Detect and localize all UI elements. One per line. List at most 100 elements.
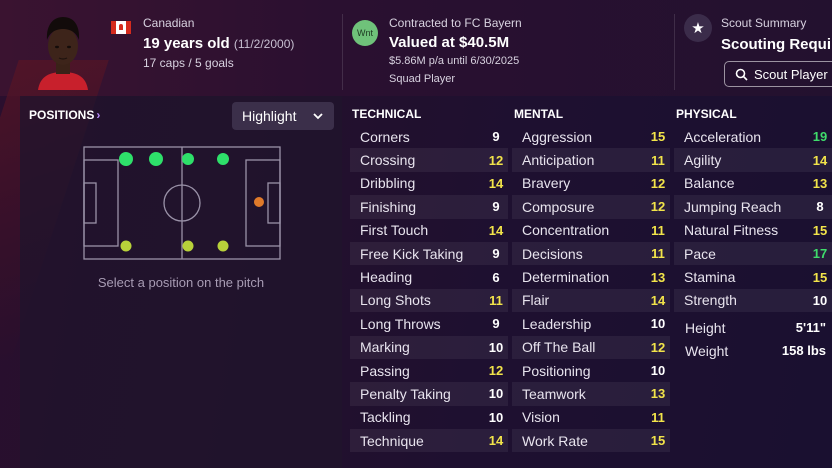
attribute-value: 9: [492, 129, 500, 145]
position-dot[interactable]: [182, 153, 194, 165]
attribute-name: Bravery: [522, 175, 571, 192]
pitch[interactable]: [83, 146, 281, 260]
attribute-row[interactable]: Long Throws 9: [350, 312, 508, 335]
attribute-row[interactable]: Stamina 15: [674, 265, 832, 288]
chevron-right-icon: ›: [96, 108, 101, 122]
weight-value: 158 lbs: [781, 343, 826, 358]
player-dob: (11/2/2000): [233, 37, 295, 51]
header-divider: [674, 14, 675, 90]
attribute-row[interactable]: Natural Fitness 15: [674, 219, 832, 242]
attribute-name: Corners: [360, 128, 410, 145]
attribute-row[interactable]: Bravery 12: [512, 172, 670, 195]
attribute-name: Anticipation: [522, 152, 595, 169]
attribute-name: Agility: [684, 152, 722, 169]
attribute-row[interactable]: Concentration 11: [512, 219, 670, 242]
position-dot[interactable]: [217, 240, 229, 252]
attribute-name: Free Kick Taking: [360, 245, 464, 262]
chevron-down-icon: [313, 113, 323, 120]
attribute-row[interactable]: Finishing 9: [350, 195, 508, 219]
attribute-name: Positioning: [522, 362, 591, 379]
attribute-value: 10: [488, 339, 504, 355]
attribute-row[interactable]: Anticipation 11: [512, 148, 670, 172]
attribute-row[interactable]: Agility 14: [674, 148, 832, 172]
attribute-row[interactable]: Aggression 15: [512, 125, 670, 148]
attribute-row[interactable]: Tackling 10: [350, 406, 508, 429]
attribute-row[interactable]: First Touch 14: [350, 219, 508, 242]
player-value: Valued at $40.5M: [389, 34, 510, 51]
attribute-row[interactable]: Technique 14: [350, 429, 508, 453]
attribute-value: 11: [651, 152, 665, 168]
attribute-row[interactable]: Work Rate 15: [512, 429, 670, 453]
attribute-name: Leadership: [522, 315, 592, 332]
contract-wage: $5.86M p/a until 6/30/2025: [389, 55, 520, 67]
attribute-name: Determination: [522, 269, 610, 286]
position-dot[interactable]: [182, 240, 194, 252]
attribute-row[interactable]: Crossing 12: [350, 148, 508, 172]
attribute-name: Pace: [684, 245, 716, 262]
attribute-value: 17: [812, 246, 828, 262]
player-avatar: [38, 17, 88, 90]
attribute-value: 13: [812, 175, 828, 191]
technical-title: TECHNICAL: [352, 107, 422, 121]
star-icon[interactable]: ★: [684, 14, 712, 42]
scouting-required: Scouting Requi: [721, 36, 831, 53]
attribute-row[interactable]: Passing 12: [350, 359, 508, 382]
attribute-row[interactable]: Vision 11: [512, 406, 670, 429]
attribute-value: 10: [812, 292, 828, 308]
highlight-dropdown[interactable]: Highlight: [232, 102, 334, 130]
attribute-row[interactable]: Positioning 10: [512, 359, 670, 382]
attribute-name: Concentration: [522, 222, 610, 239]
position-dot[interactable]: [120, 240, 132, 252]
attribute-row[interactable]: Determination 13: [512, 265, 670, 288]
attribute-row[interactable]: Pace 17: [674, 241, 832, 266]
attribute-row[interactable]: Long Shots 11: [350, 288, 508, 313]
attribute-row[interactable]: Dribbling 14: [350, 172, 508, 195]
position-dot[interactable]: [254, 197, 264, 207]
scout-summary-label: Scout Summary: [721, 16, 807, 30]
contract-club[interactable]: Contracted to FC Bayern: [389, 16, 522, 30]
attribute-value: 12: [488, 363, 504, 379]
attribute-value: 11: [489, 292, 503, 308]
attribute-name: Work Rate: [522, 432, 588, 449]
squad-status: Squad Player: [389, 73, 456, 85]
attribute-row[interactable]: Decisions 11: [512, 241, 670, 266]
attribute-value: 12: [650, 199, 666, 215]
attribute-row[interactable]: Flair 14: [512, 288, 670, 313]
attribute-row[interactable]: Marking 10: [350, 335, 508, 359]
attribute-row[interactable]: Off The Ball 12: [512, 335, 670, 359]
position-dot[interactable]: [149, 152, 163, 166]
pitch-hint: Select a position on the pitch: [97, 275, 265, 290]
position-markers: [119, 152, 264, 252]
height-label: Height: [685, 319, 726, 336]
attribute-row[interactable]: Jumping Reach 8: [674, 195, 832, 219]
attribute-row[interactable]: Strength 10: [674, 288, 832, 313]
attribute-row[interactable]: Composure 12: [512, 195, 670, 219]
position-dot[interactable]: [217, 153, 229, 165]
attribute-value: 15: [650, 433, 666, 449]
position-dot[interactable]: [119, 152, 133, 166]
attribute-value: 9: [492, 199, 500, 215]
attribute-name: Stamina: [684, 269, 736, 286]
highlight-label: Highlight: [242, 108, 297, 124]
attribute-value: 10: [488, 409, 504, 425]
attribute-row[interactable]: Balance 13: [674, 172, 832, 195]
weight-row: Weight 158 lbs: [675, 339, 832, 362]
attribute-row[interactable]: Acceleration 19: [674, 125, 832, 148]
attribute-row[interactable]: Penalty Taking 10: [350, 382, 508, 406]
header-divider: [342, 14, 343, 90]
attribute-name: Heading: [360, 269, 413, 286]
attribute-row[interactable]: Heading 6: [350, 265, 508, 288]
scout-player-button[interactable]: Scout Player: [724, 61, 832, 87]
attribute-name: Crossing: [360, 152, 416, 169]
attribute-name: Decisions: [522, 245, 583, 262]
attribute-row[interactable]: Leadership 10: [512, 312, 670, 335]
attribute-name: Long Throws: [360, 315, 441, 332]
attribute-row[interactable]: Corners 9: [350, 125, 508, 148]
attribute-row[interactable]: Free Kick Taking 9: [350, 241, 508, 266]
attribute-name: Composure: [522, 198, 595, 215]
positions-title[interactable]: POSITIONS ›: [29, 108, 100, 122]
attribute-value: 15: [812, 269, 828, 285]
attribute-value: 11: [651, 246, 665, 262]
attribute-row[interactable]: Teamwork 13: [512, 382, 670, 406]
player-age: 19 years old (11/2/2000): [143, 35, 295, 52]
